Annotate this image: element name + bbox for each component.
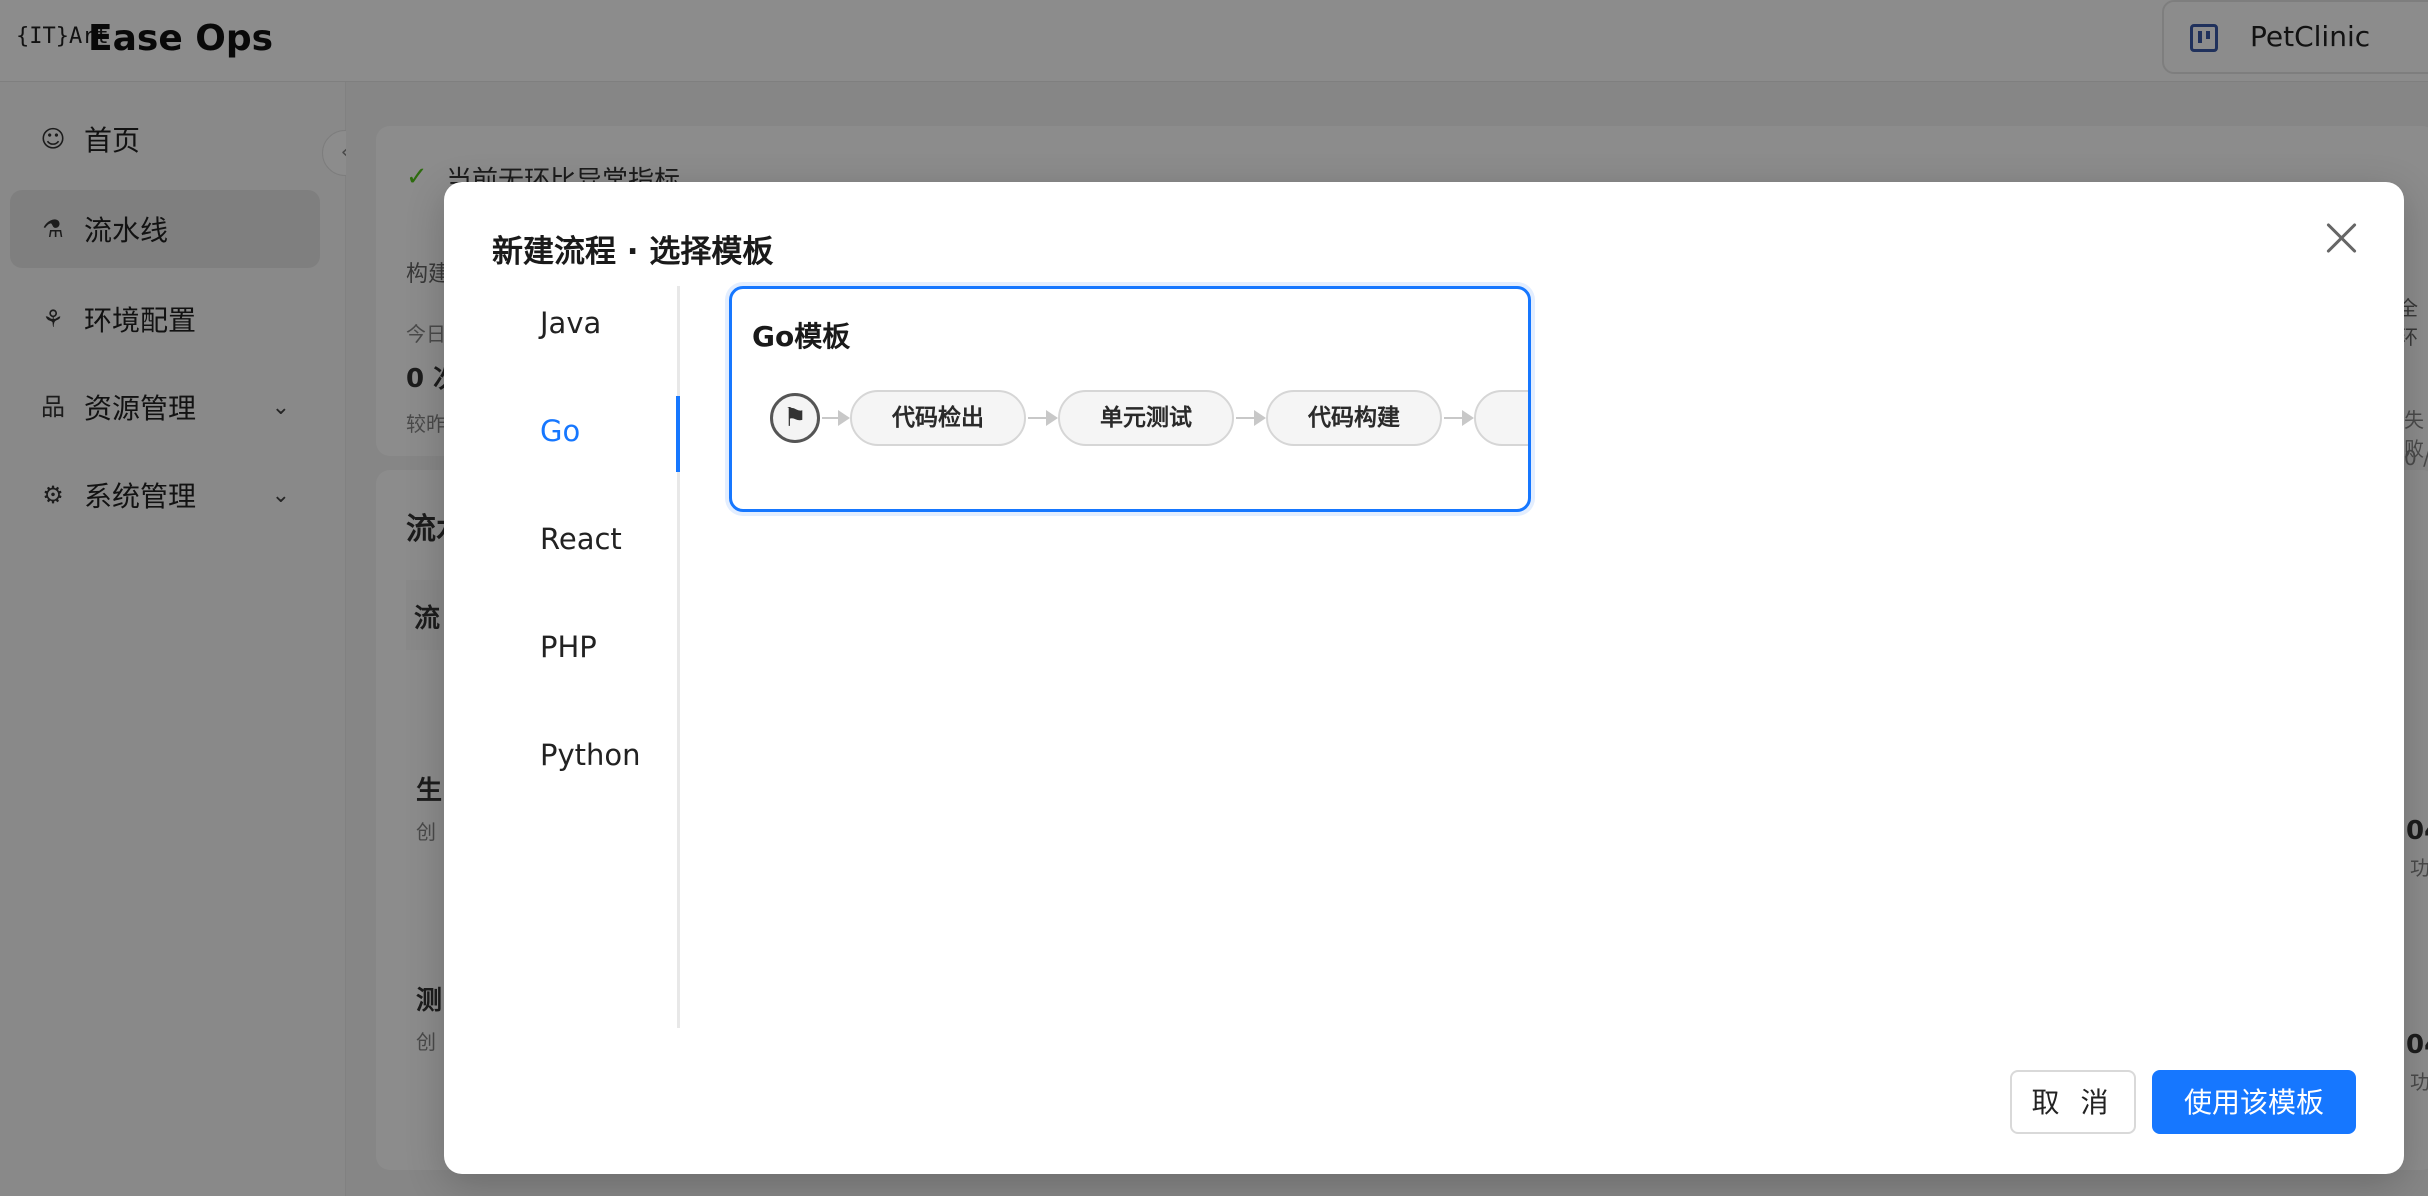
tab-python[interactable]: Python [540,738,641,772]
flow-arrow [1028,410,1058,426]
modal-title: 新建流程 · 选择模板 [492,234,774,270]
stage-build: 代码构建 [1266,390,1442,446]
template-title: Go模板 [752,320,851,353]
flow-arrow [1444,410,1474,426]
flow-arrow [1236,410,1266,426]
cancel-button[interactable]: 取 消 [2010,1070,2136,1134]
stage-checkout: 代码检出 [850,390,1026,446]
tab-php[interactable]: PHP [540,630,597,664]
stage-next-partial [1474,390,1528,446]
start-runner-icon: ⚑ [770,393,820,443]
active-tab-indicator [676,396,680,472]
tab-java[interactable]: Java [540,306,601,340]
template-modal: 新建流程 · 选择模板 Java Go React PHP Python Go模… [444,182,2404,1174]
flow-arrow [822,410,850,426]
pipeline-flow: ⚑ 代码检出 单元测试 代码构建 [770,385,1528,451]
template-tabs: Java Go React PHP Python [444,286,680,1028]
template-card-go[interactable]: Go模板 ⚑ 代码检出 单元测试 代码构建 [729,286,1531,512]
tab-go[interactable]: Go [540,414,580,448]
tab-react[interactable]: React [540,522,622,556]
use-template-button[interactable]: 使用该模板 [2152,1070,2356,1134]
stage-unit-test: 单元测试 [1058,390,1234,446]
close-icon[interactable] [2324,220,2360,256]
